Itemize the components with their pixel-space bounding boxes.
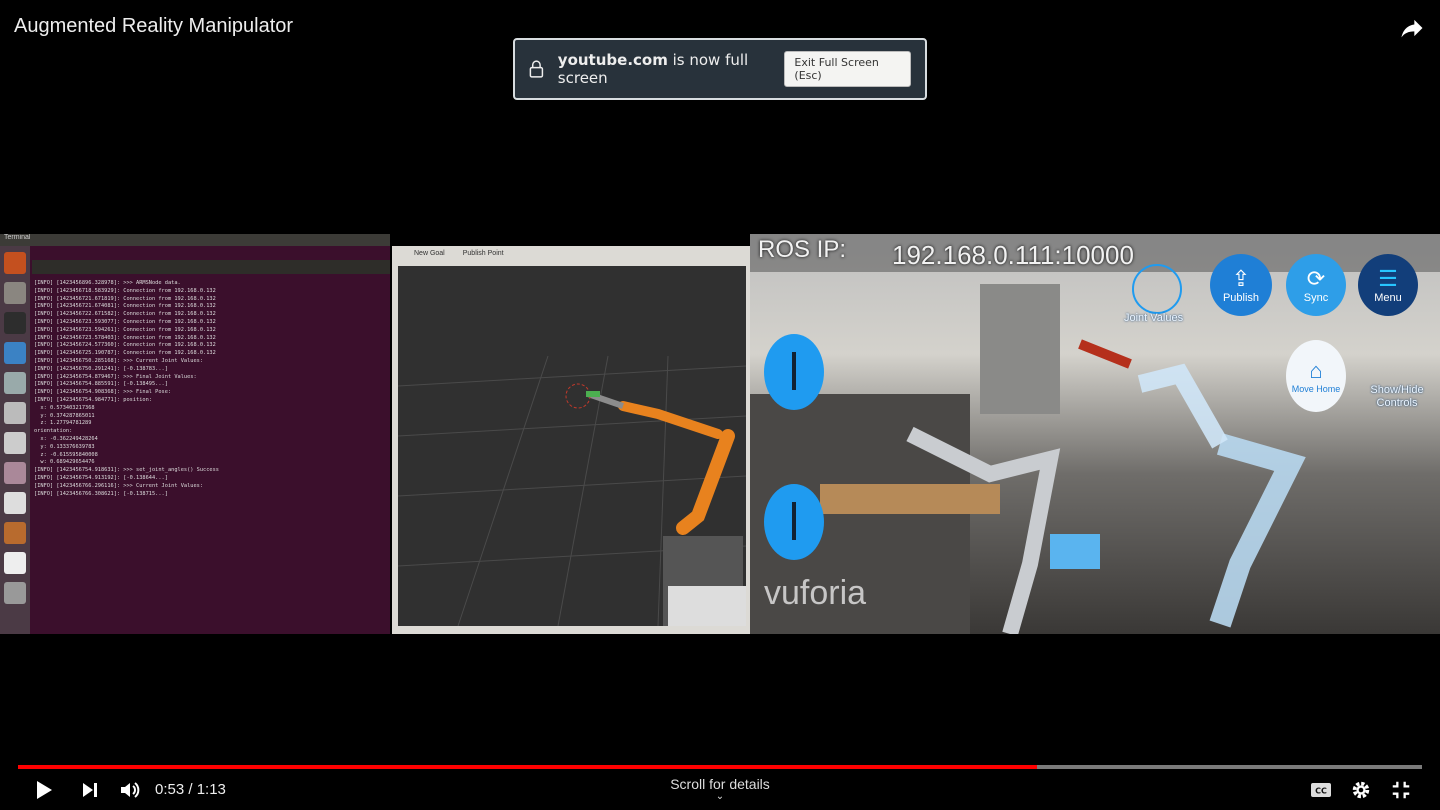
terminal-line: [INFO] [1423456896.328978]: >>> ARMSNode… [34, 280, 181, 286]
fullscreen-notice: youtube.com is now full screen Exit Full… [513, 38, 927, 100]
terminal-line: [INFO] [1423456754.984771]: position: [34, 396, 152, 403]
terminal-line: [INFO] [1423456721.671819]: Connection f… [34, 295, 216, 302]
progress-bar[interactable] [18, 765, 1422, 769]
terminal-line: [INFO] [1423456723.593077]: Connection f… [34, 318, 216, 325]
joint-up-button [764, 334, 824, 410]
terminal-line: [INFO] [1423456754.879467]: >>> Final Jo… [34, 373, 197, 380]
rviz-3d-view [398, 266, 746, 626]
ar-camera-view: ROS IP: 192.168.0.111:10000 Joint Values… [750, 234, 1440, 634]
terminal-line: z: 1.27794781289 [34, 420, 92, 427]
terminal-line: [INFO] [1423456754.908368]: >>> Final Po… [34, 389, 172, 396]
terminal-line: [INFO] [1423456722.671582]: Connection f… [34, 311, 216, 318]
joint-down-button [764, 484, 824, 560]
terminal-line: x: 0.573403217368 [34, 404, 95, 411]
terminal-line: [INFO] [1423456766.296116]: >>> Current … [34, 482, 204, 489]
publish-button: ⇪ Publish [1210, 254, 1272, 316]
sync-label: Sync [1303, 292, 1329, 304]
notice-domain: youtube.com [557, 51, 668, 69]
time-display: 0:53 / 1:13 [155, 781, 226, 798]
publish-label: Publish [1222, 292, 1260, 304]
joint-values-eye-icon [1132, 264, 1182, 314]
terminal-line: orientation: [34, 428, 73, 435]
terminal-line: [INFO] [1423456754.913192]: [-0.138644..… [34, 474, 168, 481]
terminal-line: [INFO] [1423456723.594261]: Connection f… [34, 326, 216, 333]
exit-fullscreen-icon[interactable] [1390, 778, 1412, 802]
terminal-line: [INFO] [1423456750.291241]: [-0.138783..… [34, 365, 168, 372]
exit-fullscreen-button[interactable]: Exit Full Screen (Esc) [784, 51, 911, 87]
video-title: Augmented Reality Manipulator [14, 15, 294, 37]
terminal-line: [INFO] [1423456750.285168]: >>> Current … [34, 357, 204, 364]
terminal-line: [INFO] [1423456721.674081]: Connection f… [34, 303, 216, 310]
terminal-title: Terminal [0, 234, 390, 246]
rviz-new-goal: New Goal [414, 250, 445, 257]
move-home-label: Move Home [1291, 384, 1341, 394]
move-home-button: ⌂ Move Home [1286, 340, 1346, 412]
captions-icon[interactable]: CC [1310, 778, 1332, 802]
svg-text:CC: CC [1315, 787, 1327, 796]
settings-gear-icon[interactable] [1350, 778, 1372, 802]
vuforia-watermark: vuforia [764, 574, 867, 612]
show-hide-controls-button: Show/Hide Controls [1370, 384, 1424, 409]
ros-ip-value: 192.168.0.111:10000 [892, 240, 1134, 270]
share-icon[interactable] [1398, 14, 1426, 42]
rviz-window: New Goal Publish Point [392, 246, 750, 634]
joint-values-button: Joint Values [1124, 312, 1184, 324]
next-icon[interactable] [80, 778, 100, 802]
terminal-line: y: 0.374287865011 [34, 412, 95, 419]
rviz-publish-point: Publish Point [462, 250, 504, 257]
video-frame[interactable]: Terminal [INFO] [1423456896.328978]: >>>… [0, 234, 1440, 634]
scroll-for-details[interactable]: Scroll for details ⌄ [620, 776, 820, 802]
progress-played [18, 765, 1038, 769]
terminal-line: [INFO] [1423456718.583929]: Connection f… [34, 287, 216, 294]
terminal-output: [INFO] [1423456896.328978]: >>> ARMSNode… [34, 280, 386, 498]
terminal-line: [INFO] [1423456724.577360]: Connection f… [34, 342, 216, 349]
chevron-down-icon: ⌄ [715, 791, 725, 802]
terminal-line: [INFO] [1423456754.885591]: [-0.138495..… [34, 381, 168, 388]
terminal-line: y: 0.133376639783 [34, 443, 95, 450]
menu-label: Menu [1374, 292, 1402, 304]
scroll-hint-label: Scroll for details [670, 776, 770, 792]
terminal-line: x: -0.362249428264 [34, 435, 98, 442]
volume-icon[interactable] [119, 778, 141, 802]
menu-button: ☰ Menu [1358, 254, 1418, 316]
terminal-window: Terminal [INFO] [1423456896.328978]: >>>… [0, 234, 390, 634]
terminal-line: z: -0.615595840008 [34, 451, 98, 458]
sync-button: ⟳ Sync [1286, 254, 1346, 316]
terminal-tabs [32, 260, 390, 274]
robot-arm-model [565, 383, 746, 626]
ubuntu-launcher [0, 246, 30, 634]
terminal-line: [INFO] [1423456754.918631]: >>> set_join… [34, 467, 219, 474]
play-icon[interactable] [34, 778, 54, 802]
terminal-line: w: 0.689429654476 [34, 459, 95, 466]
terminal-line: [INFO] [1423456725.190787]: Connection f… [34, 350, 216, 357]
lock-icon [529, 60, 544, 78]
ros-ip-label: ROS IP: [758, 236, 847, 263]
terminal-line: [INFO] [1423456723.578403]: Connection f… [34, 334, 216, 341]
terminal-line: [INFO] [1423456766.308621]: [-0.138715..… [34, 490, 168, 497]
